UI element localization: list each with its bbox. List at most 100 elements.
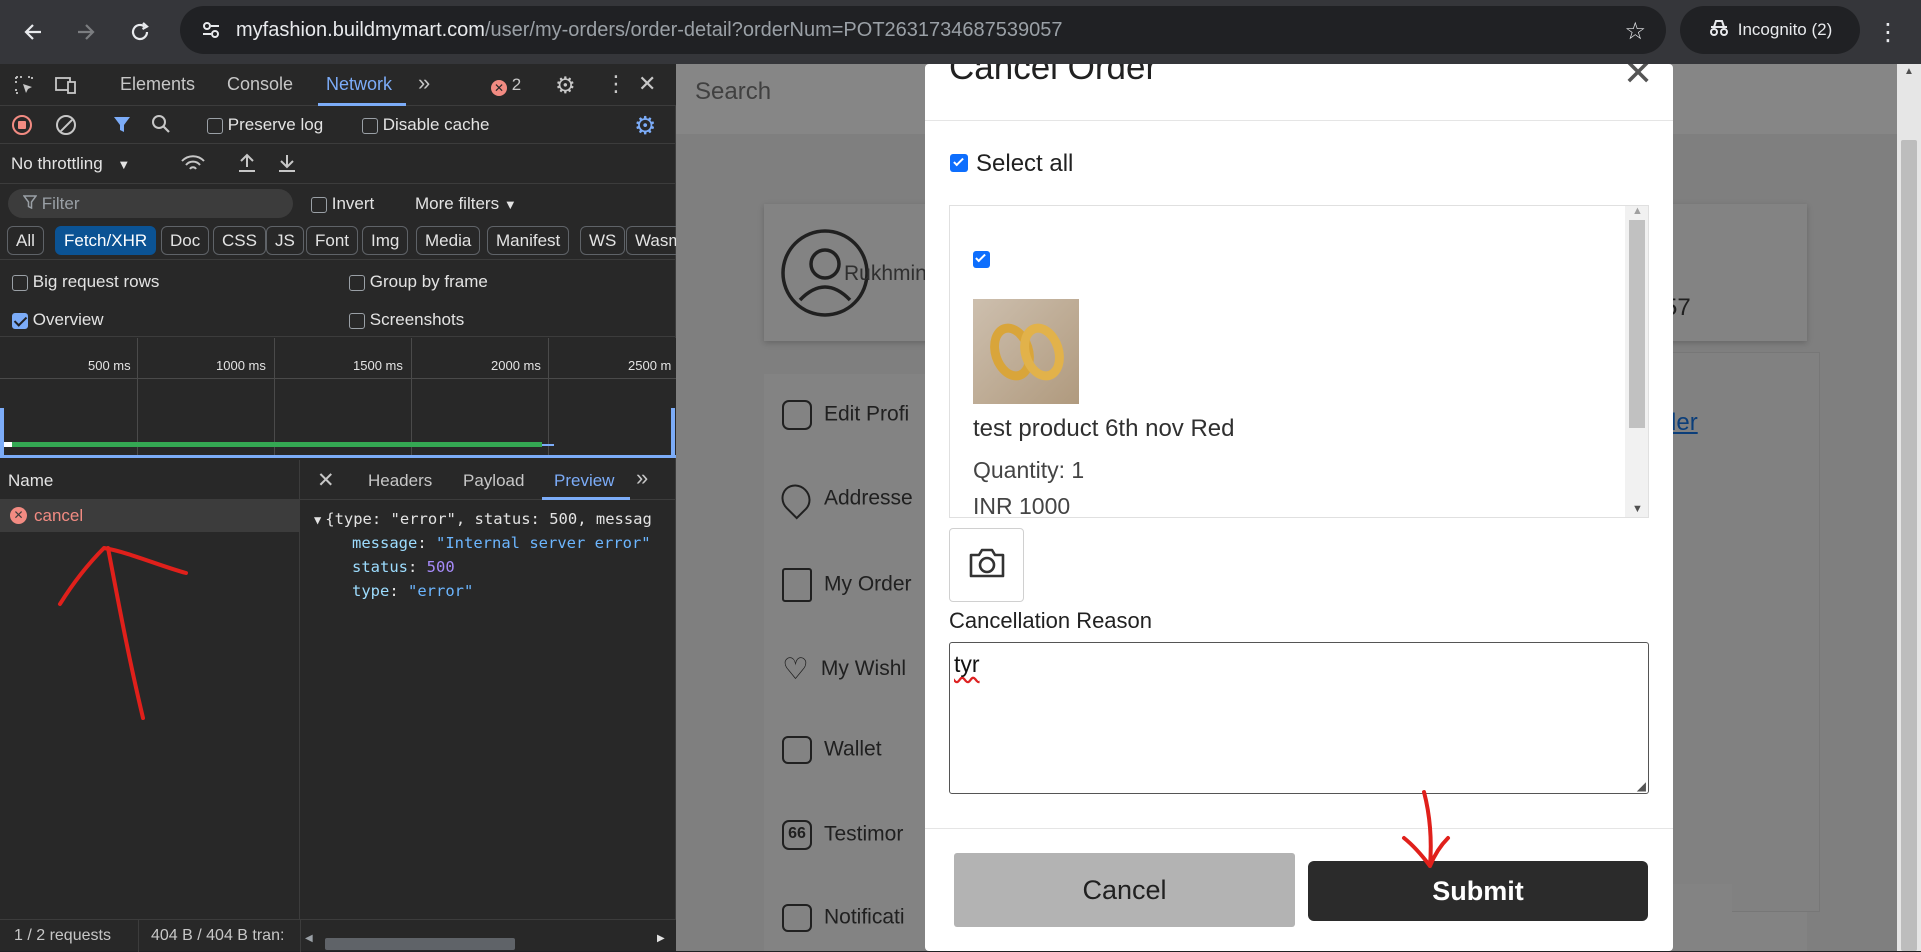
network-timeline-overview[interactable]: 500 ms 1000 ms 1500 ms 2000 ms 2500 m: [0, 338, 676, 458]
import-har-icon[interactable]: [236, 152, 258, 179]
type-filter-media[interactable]: Media: [416, 226, 481, 255]
site-settings-icon[interactable]: [200, 19, 222, 47]
device-toolbar-icon[interactable]: [54, 74, 78, 101]
error-icon: ✕: [10, 507, 27, 524]
settings-gear-icon[interactable]: ⚙: [555, 72, 576, 99]
filter-funnel-icon[interactable]: [112, 114, 134, 141]
group-by-frame-checkbox[interactable]: Group by frame: [349, 272, 488, 292]
tab-network[interactable]: Network: [326, 74, 392, 95]
tab-headers[interactable]: Headers: [368, 471, 432, 491]
devtools-menu-icon[interactable]: ⋮: [605, 71, 627, 97]
transferred-size: 404 B / 404 B tran:: [151, 927, 285, 944]
type-filter-doc[interactable]: Doc: [161, 226, 210, 255]
cancellation-reason-textarea[interactable]: tyr ◢: [949, 642, 1649, 794]
close-devtools-icon[interactable]: ✕: [638, 71, 656, 97]
tab-console[interactable]: Console: [227, 74, 293, 95]
error-icon: ✕: [491, 80, 507, 96]
type-filter-all[interactable]: All: [7, 226, 44, 255]
type-filter-manifest[interactable]: Manifest: [487, 226, 570, 255]
type-filter-img[interactable]: Img: [362, 226, 409, 255]
page-scrollbar[interactable]: ▲: [1897, 64, 1921, 951]
clear-icon[interactable]: [56, 115, 76, 135]
site-search-input[interactable]: Search: [695, 78, 771, 106]
type-filter-fetch-xhr[interactable]: Fetch/XHR: [55, 226, 157, 255]
product-checkbox[interactable]: [973, 251, 990, 268]
address-bar[interactable]: myfashion.buildmymart.com/user/my-orders…: [180, 6, 1666, 54]
expand-triangle-icon[interactable]: ▼: [314, 513, 321, 527]
mail-icon: [782, 904, 812, 932]
kebab-menu-icon[interactable]: ⋮: [1868, 12, 1908, 52]
more-filters-dropdown[interactable]: More filters ▼: [415, 194, 517, 214]
tab-payload[interactable]: Payload: [463, 471, 524, 491]
menu-wishlist[interactable]: ♡ My Wishl: [782, 652, 906, 687]
product-image: [973, 299, 1079, 404]
screenshots-checkbox[interactable]: Screenshots: [349, 310, 464, 330]
preview-summary[interactable]: ▼ {type: "error", status: 500, messag: [314, 510, 652, 528]
type-filter-wasm[interactable]: Wasm: [626, 226, 676, 255]
preserve-log-checkbox[interactable]: Preserve log: [207, 115, 323, 135]
product-price: INR 1000: [973, 493, 1071, 518]
bag-icon: [782, 568, 812, 602]
devtools-tabbar: Elements Console Network » ✕ 2 ⚙ ⋮ ✕: [0, 64, 676, 106]
forward-icon[interactable]: [66, 12, 106, 52]
throttling-row: No throttling ▼: [0, 144, 676, 184]
filter-input[interactable]: Filter: [8, 189, 293, 218]
back-icon[interactable]: [13, 12, 53, 52]
type-filter-font[interactable]: Font: [306, 226, 359, 255]
type-filter-js[interactable]: JS: [266, 226, 304, 255]
submit-button[interactable]: Submit: [1308, 861, 1648, 921]
menu-addresses[interactable]: Addresse: [775, 478, 913, 520]
network-settings-icon[interactable]: ⚙: [634, 111, 656, 141]
location-pin-icon: [775, 478, 817, 520]
bookmark-star-icon[interactable]: ☆: [1624, 17, 1646, 46]
modal-close-icon[interactable]: ✕: [1623, 64, 1653, 94]
network-toolbar: Preserve log Disable cache ⚙: [0, 106, 676, 144]
big-request-rows-checkbox[interactable]: Big request rows: [12, 272, 159, 292]
request-list: Name ✕ cancel: [0, 460, 300, 926]
timeline-right-handle[interactable]: [671, 408, 675, 458]
preview-horizontal-scrollbar[interactable]: [325, 938, 515, 950]
modal-title: Cancel Order: [949, 64, 1158, 87]
error-count-badge[interactable]: ✕ 2: [491, 75, 521, 96]
product-list-scrollbar[interactable]: ▲ ▼: [1625, 206, 1648, 517]
name-column-header[interactable]: Name: [8, 471, 53, 491]
network-conditions-icon[interactable]: [180, 153, 206, 180]
stop-recording-icon[interactable]: [12, 115, 32, 135]
request-row-cancel[interactable]: ✕ cancel: [0, 500, 300, 532]
more-detail-tabs-icon[interactable]: »: [636, 465, 648, 491]
cancel-button[interactable]: Cancel: [954, 853, 1295, 927]
export-har-icon[interactable]: [276, 152, 298, 179]
overview-checkbox[interactable]: Overview: [12, 310, 104, 330]
incognito-label: Incognito (2): [1737, 20, 1833, 39]
modal-header: Cancel Order ✕: [925, 64, 1673, 121]
select-all-checkbox[interactable]: Select all: [950, 150, 1073, 178]
type-filter-css[interactable]: CSS: [213, 226, 266, 255]
person-icon: [782, 400, 812, 430]
invert-checkbox[interactable]: Invert: [311, 194, 374, 214]
cancellation-reason-label: Cancellation Reason: [949, 608, 1153, 633]
menu-edit-profile[interactable]: Edit Profi: [782, 400, 909, 430]
more-tabs-icon[interactable]: »: [418, 70, 430, 96]
quote-icon: 66: [782, 820, 812, 850]
incognito-indicator[interactable]: Incognito (2): [1680, 6, 1860, 54]
resize-handle-icon[interactable]: ◢: [1637, 779, 1646, 793]
timeline-left-handle[interactable]: [0, 408, 4, 458]
inspect-element-icon[interactable]: [13, 74, 35, 101]
filter-row: Filter Invert More filters ▼: [0, 184, 676, 221]
disable-cache-checkbox[interactable]: Disable cache: [362, 115, 490, 135]
tab-elements[interactable]: Elements: [120, 74, 195, 95]
type-filter-ws[interactable]: WS: [580, 226, 626, 255]
menu-notifications[interactable]: Notificati: [782, 904, 905, 932]
network-status-bar: 1 / 2 requests 404 B / 404 B tran: ◀ ▶: [0, 919, 676, 952]
throttling-select[interactable]: No throttling ▼: [11, 154, 130, 174]
menu-testimonials[interactable]: 66 Testimor: [782, 820, 903, 850]
menu-my-orders[interactable]: My Order: [782, 568, 912, 602]
close-detail-icon[interactable]: ✕: [317, 468, 335, 493]
tab-preview[interactable]: Preview: [554, 471, 614, 491]
timeline-tick-2500: 2500 m: [628, 358, 672, 373]
search-icon[interactable]: [150, 113, 172, 140]
upload-photo-button[interactable]: [949, 528, 1024, 602]
reload-icon[interactable]: [120, 12, 160, 52]
preview-status-line: status: 500: [352, 558, 455, 576]
menu-wallet[interactable]: Wallet: [782, 736, 882, 764]
